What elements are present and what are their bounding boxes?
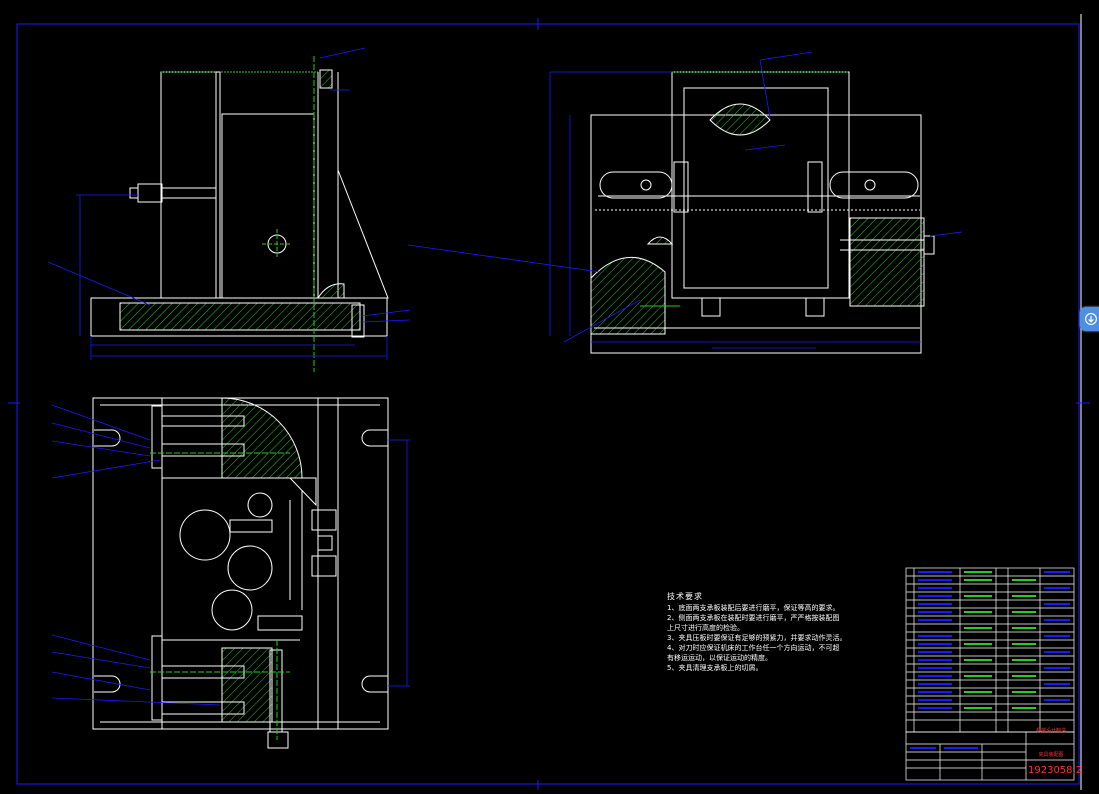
requirement-item: 4、对刀时应保证机床的工作台任一个方向运动，不可超 bbox=[667, 644, 840, 652]
arrow-down-icon bbox=[1085, 313, 1097, 325]
technical-requirements: 技术要求 1、底面两支承板装配后要进行磨平，保证等高的要求。 2、侧面两支承板在… bbox=[667, 592, 897, 673]
sheet-frame bbox=[8, 14, 1090, 790]
title-block-company: 机械设计制造 bbox=[1035, 728, 1066, 734]
requirement-item: 2、侧面两支承板在装配时要进行磨平，严严格按装配图 bbox=[667, 614, 840, 622]
drawing-number: 1923058.2 bbox=[1028, 765, 1083, 776]
requirement-item: 3、夹具压板时要保证有足够的预紧力，并要求动作灵活。 bbox=[667, 634, 847, 642]
cad-drawing-canvas[interactable] bbox=[0, 0, 1099, 794]
requirement-item: 5、夹具清理支承板上的切屑。 bbox=[667, 664, 763, 672]
top-view[interactable] bbox=[92, 397, 389, 749]
requirement-item: 有移运运动，以保证运动的精度。 bbox=[667, 654, 772, 662]
scroll-down-button[interactable] bbox=[1080, 307, 1099, 331]
front-view[interactable] bbox=[90, 56, 389, 372]
side-view[interactable] bbox=[590, 71, 935, 354]
requirement-item: 1、底面两支承板装配后要进行磨平，保证等高的要求。 bbox=[667, 604, 840, 612]
title-block-part-name: 夹具装配图 bbox=[1038, 752, 1064, 758]
technical-requirements-title: 技术要求 bbox=[667, 592, 703, 601]
requirement-item: 上尺寸进行高度的检验。 bbox=[667, 624, 744, 632]
